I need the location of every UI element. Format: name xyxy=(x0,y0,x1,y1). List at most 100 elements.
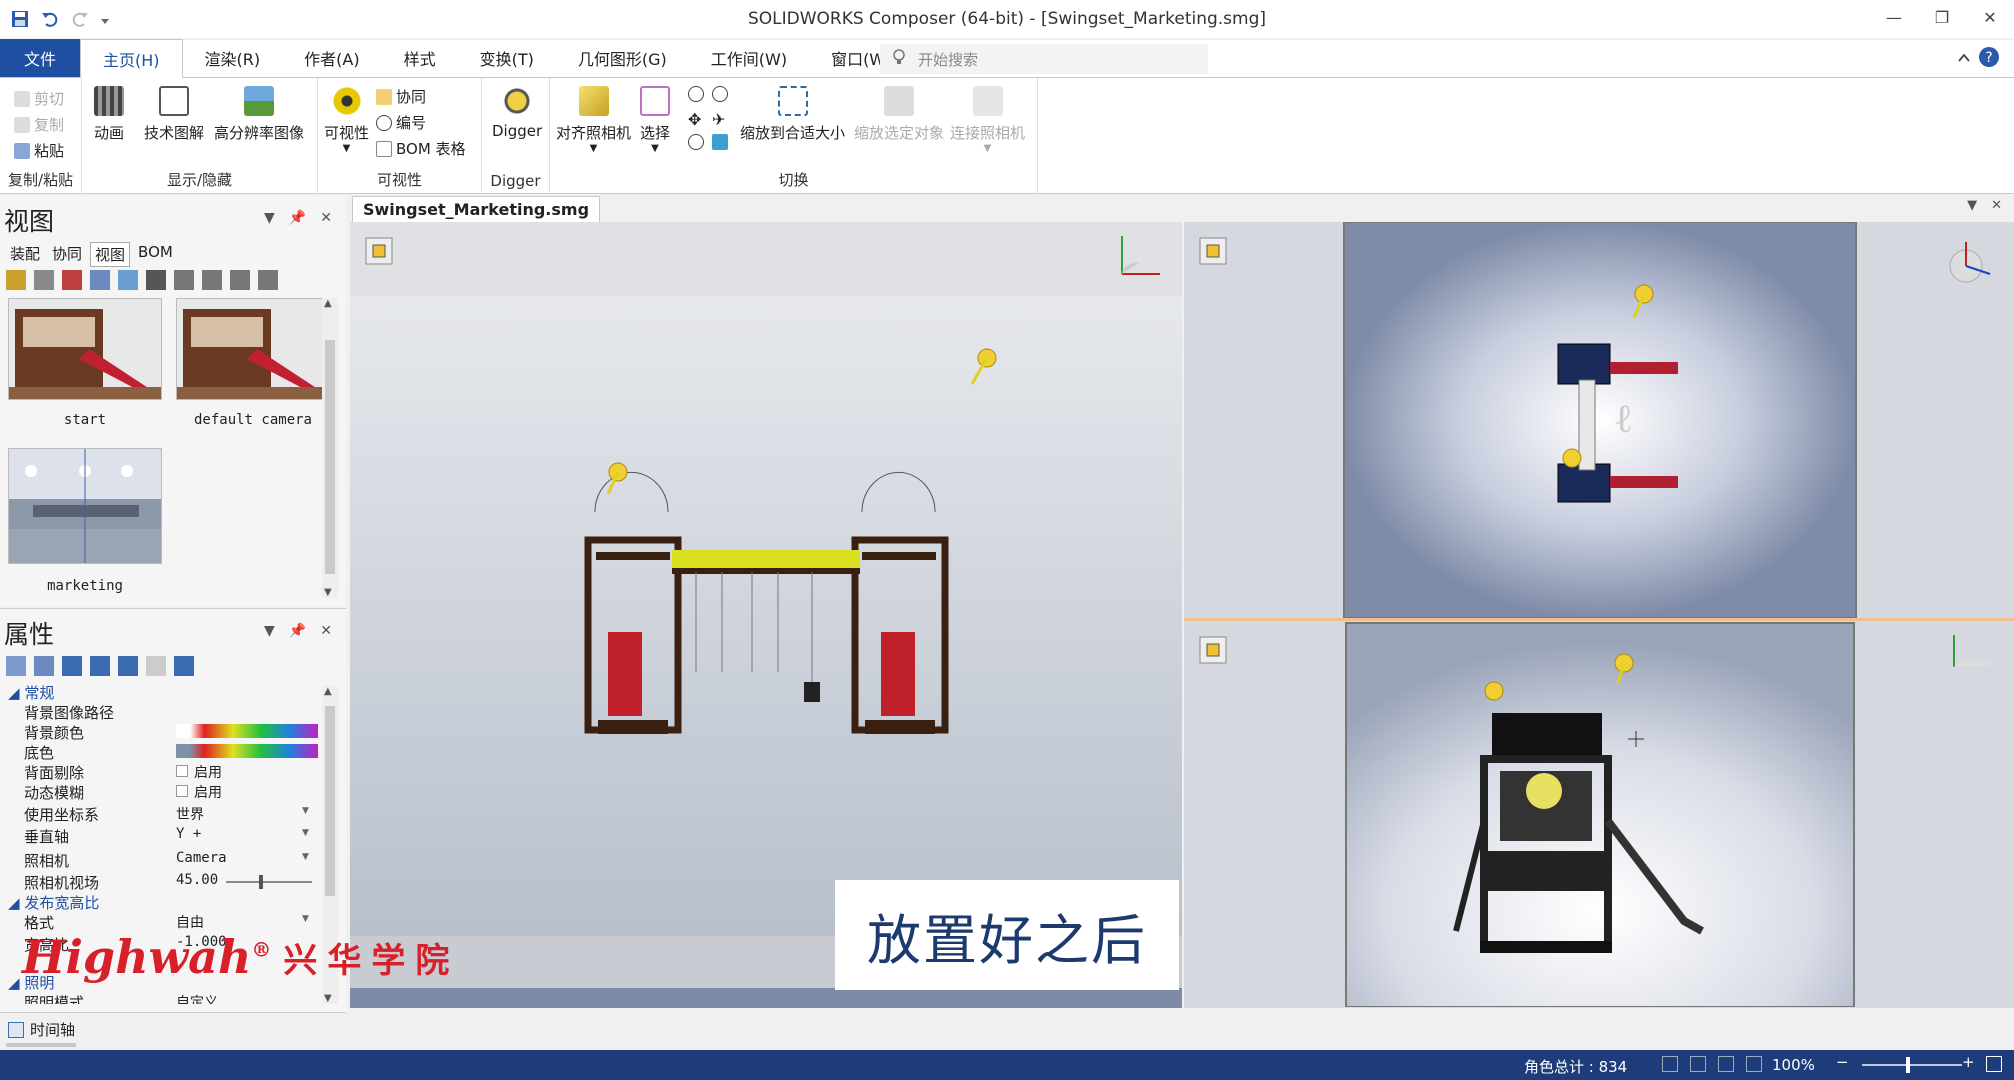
zoom-tool-icon[interactable] xyxy=(712,86,728,102)
delete-view-icon[interactable] xyxy=(62,270,82,290)
numbering-button[interactable]: 编号 xyxy=(376,112,426,133)
reset-icon[interactable] xyxy=(118,656,138,676)
camera-icon-1[interactable] xyxy=(174,270,194,290)
doc-close-icon[interactable]: ✕ xyxy=(1991,198,2002,213)
fly-icon[interactable]: ✈ xyxy=(712,110,725,129)
camera-icon-4[interactable] xyxy=(258,270,278,290)
camera-view-icon[interactable] xyxy=(90,270,110,290)
categorized-icon[interactable] xyxy=(6,656,26,676)
tab-style[interactable]: 样式 xyxy=(382,39,458,77)
grid-floor-icon[interactable] xyxy=(1662,1056,1678,1072)
properties-table-icon[interactable] xyxy=(174,656,194,676)
view-thumbnail-default-camera[interactable] xyxy=(176,298,330,400)
section-general[interactable]: ◢ 常规 xyxy=(8,682,54,703)
views-scrollbar[interactable]: ▲ ▼ xyxy=(322,298,338,598)
link-icon[interactable] xyxy=(62,656,82,676)
fov-slider-handle[interactable] xyxy=(258,875,263,889)
fit-window-icon[interactable] xyxy=(1746,1056,1762,1072)
digger-button[interactable]: Digger xyxy=(492,86,542,140)
visibility-button[interactable]: 可视性 ▼ xyxy=(324,86,369,154)
pan-icon[interactable]: ✥ xyxy=(688,110,701,129)
tab-geometry[interactable]: 几何图形(G) xyxy=(556,39,689,77)
camera-icon-2[interactable] xyxy=(202,270,222,290)
close-icon[interactable]: ✕ xyxy=(1966,0,2014,34)
section-aspect[interactable]: ◢ 发布宽高比 xyxy=(8,892,99,913)
base-color-swatch[interactable] xyxy=(176,744,318,758)
view-thumbnail-marketing[interactable] xyxy=(8,448,162,564)
scroll-up-icon[interactable]: ▲ xyxy=(324,298,332,309)
tab-transform[interactable]: 变换(T) xyxy=(458,39,556,77)
collapse-ribbon-icon[interactable] xyxy=(1958,50,1970,68)
doc-menu-icon[interactable]: ▼ xyxy=(1967,198,1977,213)
minimize-icon[interactable]: — xyxy=(1870,0,1918,34)
animation-button[interactable]: 动画 xyxy=(94,86,124,143)
select-button[interactable]: 选择 ▼ xyxy=(640,86,670,154)
zoom-slider-handle[interactable] xyxy=(1906,1057,1910,1073)
tab-views[interactable]: 视图 xyxy=(90,242,131,267)
paint-icon[interactable] xyxy=(146,270,166,290)
paste-button[interactable]: 粘贴 xyxy=(14,140,64,161)
camera-select[interactable]: Camera xyxy=(176,850,227,866)
align-camera-button[interactable]: 对齐照相机 ▼ xyxy=(556,86,631,154)
tech-illustration-button[interactable]: 技术图解 xyxy=(144,86,204,143)
camera-icon-3[interactable] xyxy=(230,270,250,290)
timeline-tab[interactable]: 时间轴 xyxy=(8,1019,75,1040)
motion-blur-checkbox[interactable] xyxy=(176,785,188,797)
bom-table-checkbox[interactable]: BOM 表格 xyxy=(376,138,466,159)
pencil-icon[interactable] xyxy=(146,656,166,676)
views-scroll-thumb[interactable] xyxy=(325,340,335,574)
zoom-out-icon[interactable]: − xyxy=(1836,1053,1849,1071)
lasso-icon[interactable] xyxy=(688,134,704,150)
tab-assembly[interactable]: 装配 xyxy=(6,242,44,267)
copy-button[interactable]: 复制 xyxy=(14,114,64,135)
lighting-mode-select[interactable]: 自定义 xyxy=(176,992,218,1004)
grid-icon[interactable] xyxy=(1718,1056,1734,1072)
scroll-down-icon[interactable]: ▼ xyxy=(324,587,332,598)
tab-author[interactable]: 作者(A) xyxy=(282,39,381,77)
viewport-top[interactable]: ℓ xyxy=(1184,221,2014,619)
refresh-view-icon[interactable] xyxy=(118,270,138,290)
link-camera-button[interactable]: 连接照相机 ▼ xyxy=(950,86,1025,154)
zoom-slider[interactable] xyxy=(1862,1057,1962,1073)
tab-home[interactable]: 主页(H) xyxy=(80,39,183,78)
background-color-swatch[interactable] xyxy=(176,724,318,738)
file-menu[interactable]: 文件 xyxy=(0,39,80,77)
properties-scroll-thumb[interactable] xyxy=(325,706,335,896)
viewport-perspective[interactable] xyxy=(1184,618,2014,1008)
flag-icon[interactable] xyxy=(712,134,728,150)
panel-close-icon[interactable]: ✕ xyxy=(320,623,332,639)
coordinate-system-select[interactable]: 世界 xyxy=(176,804,204,824)
tab-bom[interactable]: BOM xyxy=(134,242,177,267)
backface-checkbox[interactable] xyxy=(176,765,188,777)
update-view-icon[interactable] xyxy=(34,270,54,290)
document-tab[interactable]: Swingset_Marketing.smg xyxy=(352,196,601,222)
search-box[interactable]: 开始搜索 xyxy=(880,44,1208,74)
hires-image-button[interactable]: 高分辨率图像 xyxy=(214,86,304,143)
view-thumbnail-start[interactable] xyxy=(8,298,162,400)
sort-az-icon[interactable] xyxy=(34,656,54,676)
panel-menu-icon[interactable]: ▼ xyxy=(264,210,275,226)
tab-workshop[interactable]: 工作间(W) xyxy=(689,39,809,77)
fullscreen-icon[interactable] xyxy=(1986,1056,2002,1072)
help-icon[interactable]: ? xyxy=(1978,46,2000,72)
cut-button[interactable]: 剪切 xyxy=(14,88,64,109)
scroll-down-icon[interactable]: ▼ xyxy=(324,993,332,1004)
vertical-axis-select[interactable]: Y + xyxy=(176,826,201,842)
tab-render[interactable]: 渲染(R) xyxy=(183,39,283,77)
zoom-selected-button[interactable]: 缩放选定对象 xyxy=(854,86,944,143)
pin-icon[interactable]: 📌 xyxy=(289,623,306,639)
rotate-icon[interactable] xyxy=(688,86,704,102)
create-view-icon[interactable] xyxy=(6,270,26,290)
pin-icon[interactable]: 📌 xyxy=(289,210,306,226)
tab-collab[interactable]: 协同 xyxy=(48,242,86,267)
restore-icon[interactable]: ❐ xyxy=(1918,0,1966,34)
zoom-in-icon[interactable]: + xyxy=(1962,1053,1975,1071)
panel-menu-icon[interactable]: ▼ xyxy=(264,623,275,639)
fov-slider[interactable] xyxy=(226,875,312,889)
scroll-up-icon[interactable]: ▲ xyxy=(324,686,332,697)
format-select[interactable]: 自由 xyxy=(176,912,204,932)
zoom-fit-button[interactable]: 缩放到合适大小 xyxy=(740,86,845,143)
relink-icon[interactable] xyxy=(90,656,110,676)
shadow-icon[interactable] xyxy=(1690,1056,1706,1072)
panel-close-icon[interactable]: ✕ xyxy=(320,210,332,226)
